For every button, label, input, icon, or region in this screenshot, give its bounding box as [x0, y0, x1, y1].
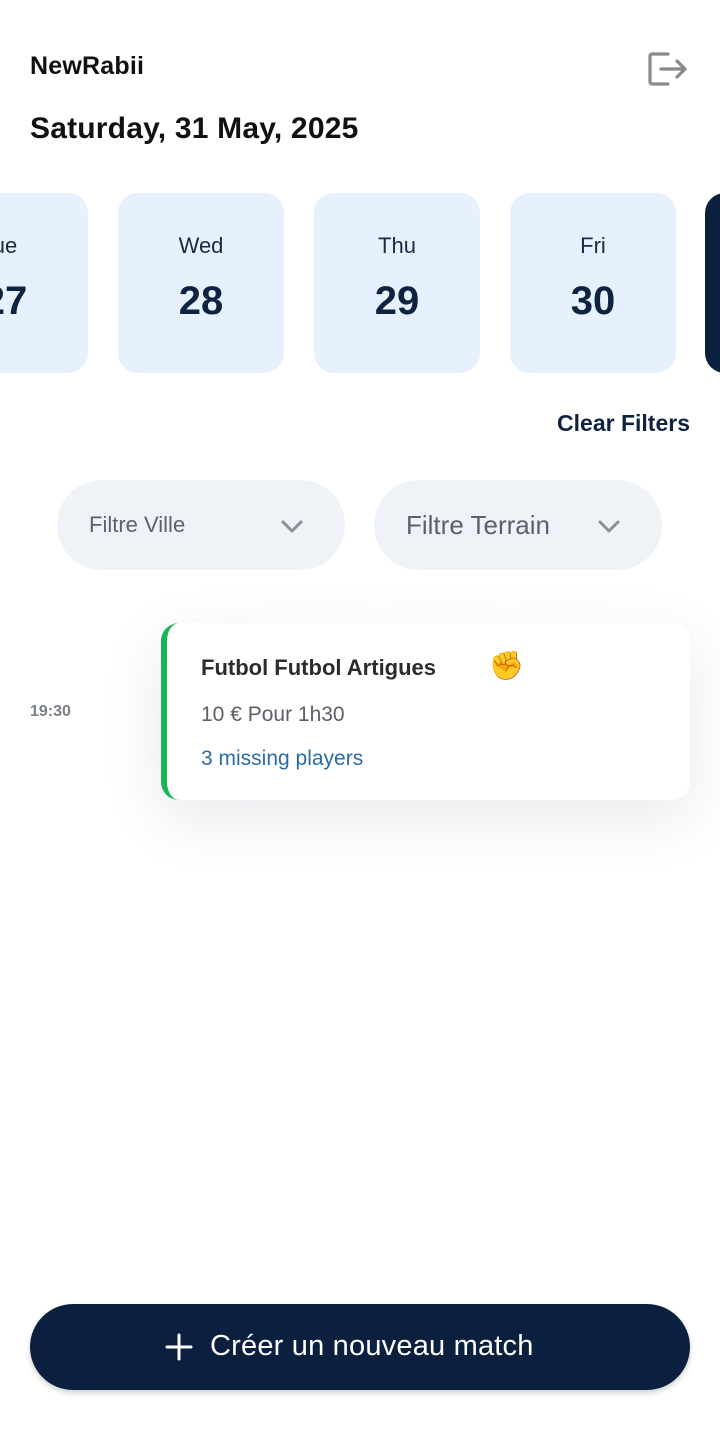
day-number: 29: [374, 279, 420, 323]
city-filter-placeholder: Filtre Ville: [89, 512, 186, 537]
logout-button[interactable]: [646, 48, 688, 90]
missing-players-link[interactable]: 3 missing players: [201, 747, 363, 771]
match-time: 19:30: [30, 703, 71, 720]
chevron-down-icon: [598, 520, 620, 533]
match-price: 10 € Pour 1h30: [201, 703, 345, 726]
schedule-screen: NewRabii Saturday, 31 May, 2025 ue 27 We…: [0, 0, 720, 1452]
clear-filters-button[interactable]: Clear Filters: [557, 410, 690, 437]
chevron-down-icon: [281, 520, 303, 533]
day-of-week: Wed: [178, 233, 224, 258]
terrain-filter-dropdown[interactable]: Filtre Terrain: [374, 480, 662, 570]
match-title: Futbol Futbol Artigues: [201, 655, 437, 680]
username-label: NewRabii: [30, 52, 145, 80]
day-card-selected[interactable]: [705, 193, 720, 373]
selected-date-title: Saturday, 31 May, 2025: [30, 112, 359, 145]
create-match-button[interactable]: Créer un nouveau match: [30, 1304, 690, 1390]
day-number: 30: [570, 279, 616, 323]
terrain-filter-placeholder: Filtre Terrain: [406, 510, 551, 540]
day-card-29[interactable]: Thu 29: [314, 193, 480, 373]
day-of-week: Thu: [378, 233, 416, 258]
day-card-28[interactable]: Wed 28: [118, 193, 284, 373]
create-match-label: Créer un nouveau match: [210, 1330, 534, 1362]
day-card-30[interactable]: Fri 30: [510, 193, 676, 373]
city-filter-dropdown[interactable]: Filtre Ville: [57, 480, 345, 570]
match-card[interactable]: Futbol Futbol Artigues ✊ 10 € Pour 1h30 …: [161, 623, 690, 800]
logout-icon: [648, 52, 687, 86]
fist-emoji-icon: ✊: [489, 650, 524, 681]
day-card-27[interactable]: ue 27: [0, 193, 88, 373]
plus-icon: [165, 1333, 193, 1361]
day-number: 27: [0, 279, 28, 323]
day-number: 28: [178, 279, 224, 323]
day-of-week: Fri: [580, 233, 606, 258]
day-selector[interactable]: ue 27 Wed 28 Thu 29 Fri 30: [0, 193, 720, 373]
day-of-week: ue: [0, 233, 18, 258]
